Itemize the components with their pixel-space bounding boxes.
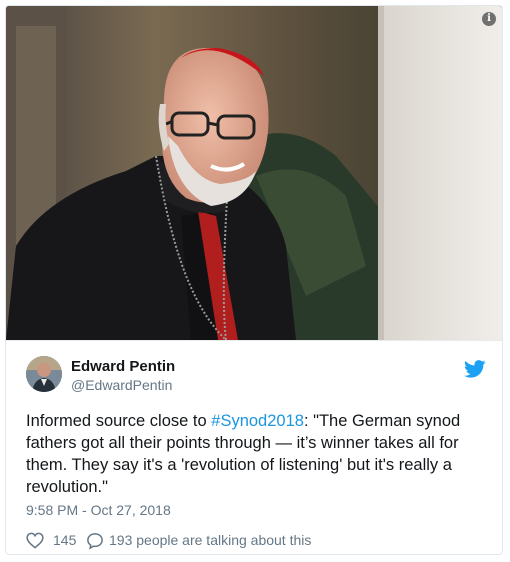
bird-icon[interactable] bbox=[464, 360, 486, 378]
author-name[interactable]: Edward Pentin bbox=[71, 358, 175, 375]
tweet-text-before: Informed source close to bbox=[26, 412, 212, 430]
tweet-card[interactable]: i Edward Pentin @EdwardPentin Informed s… bbox=[5, 5, 503, 555]
tweet-header: Edward Pentin @EdwardPentin bbox=[26, 354, 486, 394]
hashtag-link[interactable]: #Synod2018 bbox=[211, 412, 304, 430]
conversation-text: 193 people are talking about this bbox=[109, 532, 312, 548]
info-icon[interactable]: i bbox=[482, 12, 496, 26]
author-handle[interactable]: @EdwardPentin bbox=[71, 377, 172, 393]
speech-bubble-icon bbox=[87, 533, 103, 550]
cardinal-photo bbox=[6, 6, 502, 340]
like-count: 145 bbox=[53, 532, 77, 548]
tweet-photo[interactable]: i bbox=[6, 6, 502, 340]
like-button[interactable]: 145 bbox=[26, 531, 86, 551]
tweet-timestamp[interactable]: 9:58 PM - Oct 27, 2018 bbox=[26, 502, 171, 518]
tweet-text: Informed source close to #Synod2018: "Th… bbox=[26, 410, 486, 498]
divider bbox=[6, 340, 502, 341]
heart-icon bbox=[26, 532, 44, 549]
avatar[interactable] bbox=[26, 356, 62, 392]
conversation-link[interactable]: 193 people are talking about this bbox=[86, 531, 386, 551]
